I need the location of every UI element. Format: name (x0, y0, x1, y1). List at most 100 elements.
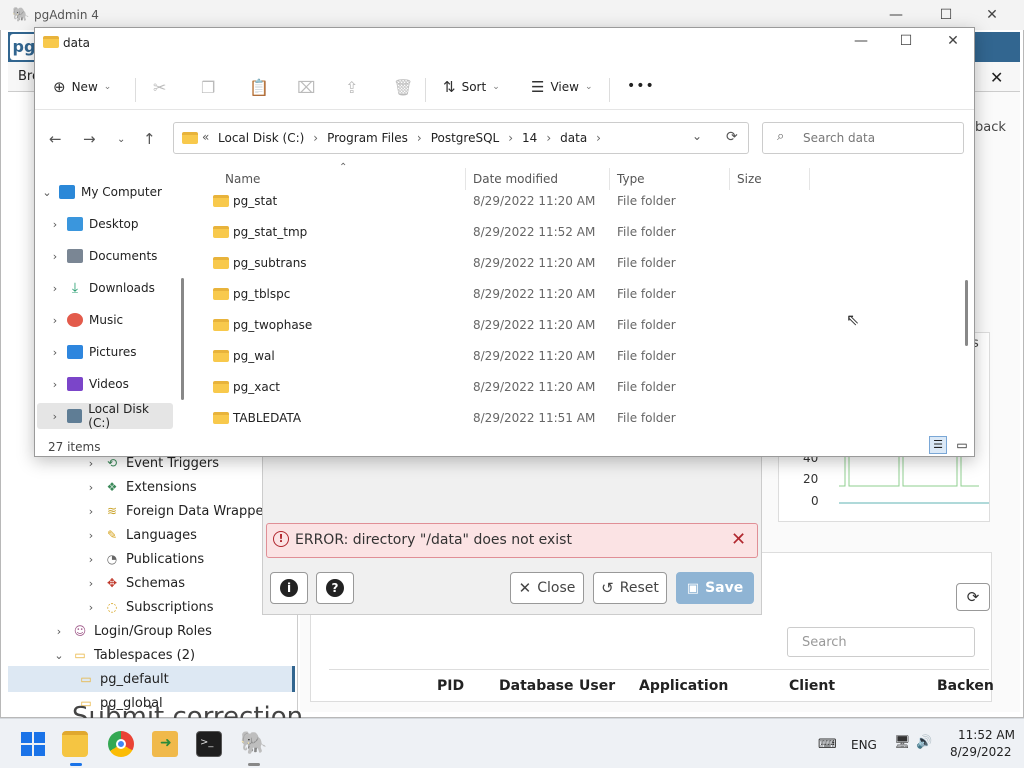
rename-icon[interactable]: ⌧ (297, 78, 315, 97)
tree-item-extensions[interactable]: › ❖ Extensions (84, 476, 197, 498)
file-row[interactable]: pg_twophase 8/29/2022 11:20 AM File fold… (211, 310, 811, 341)
chevron-right-icon[interactable]: › (84, 481, 98, 494)
tree-item-pg-default[interactable]: ▭ pg_default (8, 666, 295, 692)
column-header-type[interactable]: Type (617, 172, 645, 186)
chevron-right-icon[interactable]: › (84, 577, 98, 590)
chevron-right-icon[interactable]: › (84, 505, 98, 518)
file-row[interactable]: pg_stat 8/29/2022 11:20 AM File folder (211, 186, 811, 217)
nav-item-downloads[interactable]: › ⤓ Downloads (43, 275, 183, 301)
file-row[interactable]: pg_xact 8/29/2022 11:20 AM File folder (211, 372, 811, 403)
nav-item-pictures[interactable]: › Pictures (43, 339, 183, 365)
nav-item-videos[interactable]: › Videos (43, 371, 183, 397)
file-row[interactable]: pg_tblspc 8/29/2022 11:20 AM File folder (211, 279, 811, 310)
minimize-icon[interactable]: — (849, 30, 873, 52)
minimize-icon[interactable]: — (884, 4, 908, 26)
refresh-button[interactable]: ⟳ (956, 583, 990, 611)
tree-item-tablespaces[interactable]: ⌄ ▭ Tablespaces (2) (52, 644, 195, 666)
column-header[interactable]: PID (437, 678, 464, 694)
reset-button[interactable]: ↺ Reset (593, 572, 667, 604)
chevron-right-icon[interactable]: › (43, 314, 67, 327)
chrome-icon[interactable] (108, 731, 134, 757)
chevron-down-icon[interactable]: ⌄ (35, 186, 59, 199)
back-arrow-icon[interactable]: ← (49, 130, 62, 148)
chevron-right-icon[interactable]: › (84, 601, 98, 614)
file-list-scrollbar[interactable] (965, 280, 968, 346)
breadcrumb-item[interactable]: PostgreSQL (431, 131, 500, 145)
chevron-right-icon[interactable]: › (43, 250, 67, 263)
keyboard-icon[interactable]: ⌨ (818, 737, 837, 752)
column-header-size[interactable]: Size (737, 172, 762, 186)
tree-item-schemas[interactable]: › ✥ Schemas (84, 572, 185, 594)
chevron-right-icon[interactable]: › (52, 625, 66, 638)
activity-search-input[interactable]: Search (787, 627, 975, 657)
delete-icon[interactable]: 🗑 (393, 78, 413, 97)
save-button[interactable]: ▣ Save (676, 572, 754, 604)
file-row[interactable]: pg_wal 8/29/2022 11:20 AM File folder (211, 341, 811, 372)
close-button[interactable]: ✕ Close (510, 572, 584, 604)
file-transfer-icon[interactable]: ➜ (152, 731, 178, 757)
close-icon[interactable]: ✕ (980, 4, 1004, 26)
tree-item-foreign-data-wrappers[interactable]: › ≋ Foreign Data Wrappers (84, 500, 276, 522)
breadcrumb-item[interactable]: 14 (522, 131, 537, 145)
nav-item-my-computer[interactable]: ⌄ My Computer (35, 179, 175, 205)
breadcrumb-overflow-icon[interactable]: « (202, 130, 209, 144)
tree-item-languages[interactable]: › ✎ Languages (84, 524, 197, 546)
breadcrumb-item[interactable]: data (560, 131, 587, 145)
nav-scrollbar[interactable] (181, 278, 184, 400)
share-icon[interactable]: ⇪ (345, 78, 358, 97)
terminal-icon[interactable]: >_ (196, 731, 222, 757)
tiles-view-icon[interactable]: ▭ (953, 436, 971, 454)
start-button[interactable] (20, 731, 46, 757)
recent-locations-icon[interactable]: ⌄ (117, 134, 125, 145)
file-row[interactable]: TABLEDATA 8/29/2022 11:51 AM File folder (211, 403, 811, 434)
chevron-right-icon[interactable]: › (84, 553, 98, 566)
sort-button[interactable]: ⇅ Sort ⌄ (443, 78, 500, 96)
column-header-name[interactable]: Name (225, 172, 260, 186)
column-header-date[interactable]: Date modified (473, 172, 558, 186)
close-icon[interactable]: ✕ (941, 30, 965, 52)
cut-icon[interactable]: ✂ (153, 78, 166, 97)
panel-close-icon[interactable]: ✕ (990, 68, 1003, 87)
breadcrumb-item[interactable]: Program Files (327, 131, 408, 145)
column-header[interactable]: Backen (937, 678, 994, 694)
maximize-icon[interactable]: ☐ (894, 30, 918, 52)
help-button[interactable]: ? (316, 572, 354, 604)
details-view-icon[interactable]: ☰ (929, 436, 947, 454)
address-bar[interactable]: « Local Disk (C:) › Program Files › Postgr… (173, 122, 749, 154)
volume-icon[interactable]: 🔊 (916, 735, 932, 750)
nav-item-documents[interactable]: › Documents (43, 243, 183, 269)
tree-item-login-group-roles[interactable]: › ☺ Login/Group Roles (52, 620, 212, 642)
view-button[interactable]: ☰ View ⌄ (531, 78, 592, 96)
file-row[interactable]: pg_stat_tmp 8/29/2022 11:52 AM File fold… (211, 217, 811, 248)
chevron-right-icon[interactable]: › (43, 410, 67, 423)
refresh-icon[interactable]: ⟳ (726, 129, 738, 145)
copy-icon[interactable]: ❐ (201, 78, 215, 97)
more-options-button[interactable]: ••• (627, 78, 655, 94)
file-row[interactable]: pg_subtrans 8/29/2022 11:20 AM File fold… (211, 248, 811, 279)
chevron-right-icon[interactable]: › (43, 282, 67, 295)
tree-item-publications[interactable]: › ◔ Publications (84, 548, 204, 570)
chevron-down-icon[interactable]: ⌄ (52, 649, 66, 662)
maximize-icon[interactable]: ☐ (934, 4, 958, 26)
pgadmin-taskbar-icon[interactable]: 🐘 (240, 731, 267, 757)
column-header[interactable]: User (579, 678, 615, 694)
nav-item-music[interactable]: › Music (43, 307, 183, 333)
language-indicator[interactable]: ENG (851, 738, 877, 752)
nav-item-local-disk[interactable]: › Local Disk (C:) (37, 402, 173, 430)
paste-icon[interactable]: 📋 (249, 78, 269, 97)
column-header[interactable]: Database (499, 678, 574, 694)
chevron-right-icon[interactable]: › (43, 218, 67, 231)
chevron-right-icon[interactable]: › (84, 529, 98, 542)
column-header[interactable]: Client (789, 678, 835, 694)
column-header[interactable]: Application (639, 678, 728, 694)
info-button[interactable]: i (270, 572, 308, 604)
chevron-right-icon[interactable]: › (43, 346, 67, 359)
breadcrumb-item[interactable]: Local Disk (C:) (218, 131, 304, 145)
nav-item-desktop[interactable]: › Desktop (43, 211, 183, 237)
search-field[interactable]: ⌕ Search data (762, 122, 964, 154)
up-arrow-icon[interactable]: ↑ (143, 130, 156, 148)
file-explorer-taskbar-icon[interactable] (62, 731, 88, 757)
tree-item-subscriptions[interactable]: › ◌ Subscriptions (84, 596, 214, 618)
error-close-icon[interactable]: ✕ (731, 529, 746, 550)
chevron-down-icon[interactable]: ⌄ (692, 129, 702, 143)
